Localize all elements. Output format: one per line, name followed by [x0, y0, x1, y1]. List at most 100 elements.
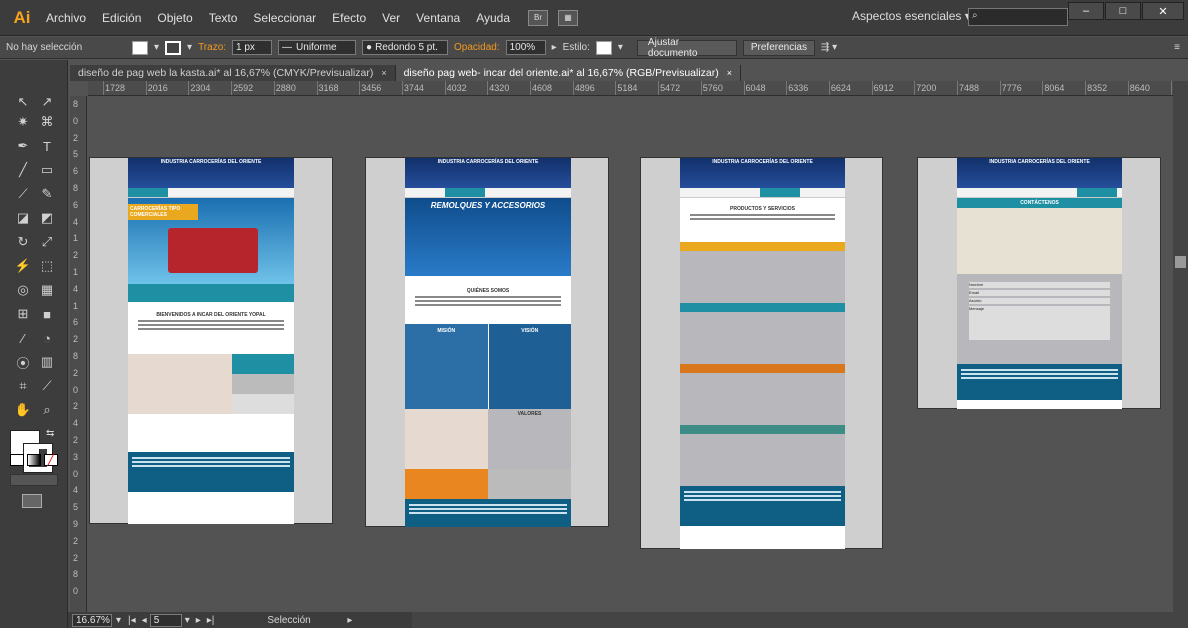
map-image: [957, 208, 1122, 274]
line-tool-icon[interactable]: ╱: [12, 160, 34, 180]
opacity-dropdown-icon[interactable]: ▸: [552, 42, 557, 53]
artboard-tool-icon[interactable]: ⌗: [12, 376, 34, 396]
status-arrow-icon[interactable]: ▸: [347, 615, 352, 626]
slice-tool-icon[interactable]: ⟋: [36, 376, 58, 396]
screen-mode-icon[interactable]: [22, 494, 42, 508]
zoom-dropdown-icon[interactable]: ▾: [116, 615, 121, 626]
vertical-ruler[interactable]: 8 0 2 5 6 8 6 4 1 2 1 4 1 6 2 8 2 0 2 4 2 3 0 4 5 9 2 2 8 0: [70, 96, 87, 612]
scrollbar-thumb[interactable]: [1175, 256, 1186, 268]
graph-tool-icon[interactable]: ▥: [36, 352, 58, 372]
artboard-home[interactable]: INDUSTRIA CARROCERÍAS DEL ORIENTE CARROC…: [89, 157, 333, 524]
artboard-contact[interactable]: INDUSTRIA CARROCERÍAS DEL ORIENTE CONTÁC…: [917, 157, 1161, 409]
zoom-tool-icon[interactable]: ⌕: [36, 400, 58, 420]
hand-tool-icon[interactable]: ✋: [12, 400, 34, 420]
menu-objeto[interactable]: Objeto: [149, 11, 200, 25]
rectangle-tool-icon[interactable]: ▭: [36, 160, 58, 180]
direct-selection-icon[interactable]: ↗: [36, 92, 58, 112]
hero-banner: REMOLQUES Y ACCESORIOS: [405, 198, 571, 276]
selection-status: No hay selección: [6, 42, 83, 53]
align-icon[interactable]: ⇶ ▾: [821, 42, 837, 53]
stroke-profile-select[interactable]: — Uniforme: [278, 40, 357, 55]
selection-tool-icon[interactable]: ↖: [12, 92, 34, 112]
ruler-tick: [1127, 81, 1129, 95]
menu-edicion[interactable]: Edición: [94, 11, 149, 25]
minimize-button[interactable]: –: [1068, 2, 1104, 20]
panel-menu-icon[interactable]: ≡: [1174, 42, 1180, 53]
none-mode-icon[interactable]: ╱: [44, 454, 58, 466]
last-artboard-icon[interactable]: ▸|: [207, 615, 215, 626]
blob-brush-icon[interactable]: ◪: [12, 208, 34, 228]
draw-mode-icon[interactable]: [10, 474, 58, 486]
menu-ayuda[interactable]: Ayuda: [468, 11, 518, 25]
brush-tool-icon[interactable]: ⟋: [12, 184, 34, 204]
vertical-scrollbar[interactable]: [1173, 81, 1188, 612]
gradient-mode-icon[interactable]: [27, 454, 41, 466]
shape-builder-icon[interactable]: ◎: [12, 280, 34, 300]
magic-wand-icon[interactable]: ✷: [12, 112, 34, 132]
ruler-label: 5760: [702, 83, 723, 93]
ruler-label: 6: [73, 199, 79, 210]
fit-document-button[interactable]: Ajustar documento: [636, 37, 737, 59]
stroke-label[interactable]: Trazo:: [198, 42, 226, 53]
scale-tool-icon[interactable]: ⤢: [36, 232, 58, 252]
menu-efecto[interactable]: Efecto: [324, 11, 374, 25]
pencil-tool-icon[interactable]: ✎: [36, 184, 58, 204]
stroke-swatch[interactable]: [165, 40, 182, 55]
opacity-label[interactable]: Opacidad:: [454, 42, 500, 53]
blend-tool-icon[interactable]: ◔: [36, 328, 58, 348]
style-dropdown-icon[interactable]: ▾: [618, 42, 623, 53]
preferences-button[interactable]: Preferencias: [742, 39, 815, 56]
close-tab-icon[interactable]: ×: [381, 68, 386, 78]
pen-tool-icon[interactable]: ✒: [12, 136, 34, 156]
fill-swatch[interactable]: [132, 40, 148, 55]
horizontal-scrollbar[interactable]: [412, 612, 1188, 628]
lasso-icon[interactable]: ⌘: [36, 112, 58, 132]
artboard-dropdown-icon[interactable]: ▾: [185, 615, 190, 626]
menu-ver[interactable]: Ver: [374, 11, 408, 25]
artboard-number-field[interactable]: 5: [149, 613, 182, 627]
mesh-tool-icon[interactable]: ⊞: [12, 304, 34, 324]
fill-dropdown-icon[interactable]: ▾: [154, 42, 159, 53]
style-swatch[interactable]: [595, 40, 612, 55]
opacity-field[interactable]: 100%: [505, 40, 546, 55]
stroke-weight-field[interactable]: 1 px: [232, 40, 273, 55]
eraser-tool-icon[interactable]: ◩: [36, 208, 58, 228]
swap-colors-icon[interactable]: ⇆: [46, 428, 54, 439]
next-artboard-icon[interactable]: ▸: [196, 615, 201, 626]
menu-texto[interactable]: Texto: [201, 11, 246, 25]
ruler-label: 2: [73, 132, 79, 143]
prev-artboard-icon[interactable]: ◂: [142, 615, 147, 626]
brush-select[interactable]: ● Redondo 5 pt.: [362, 40, 449, 55]
zoom-field[interactable]: 16.67%: [72, 613, 112, 627]
symbol-sprayer-icon[interactable]: ⦿: [12, 352, 34, 372]
arrange-documents-icon[interactable]: ▦: [558, 9, 579, 26]
close-tab-icon[interactable]: ×: [727, 68, 732, 78]
menu-ventana[interactable]: Ventana: [408, 11, 468, 25]
type-tool-icon[interactable]: T: [36, 136, 58, 156]
artboard-about[interactable]: INDUSTRIA CARROCERÍAS DEL ORIENTE REMOLQ…: [365, 157, 609, 527]
stroke-dropdown-icon[interactable]: ▾: [187, 42, 192, 53]
warp-tool-icon[interactable]: ⚡: [12, 256, 34, 276]
tab-la-kasta[interactable]: diseño de pag web la kasta.ai* al 16,67%…: [70, 65, 396, 81]
icon-strip: [128, 284, 294, 302]
rotate-tool-icon[interactable]: ↻: [12, 232, 34, 252]
perspective-grid-icon[interactable]: ▦: [36, 280, 58, 300]
search-input[interactable]: ⌕: [968, 8, 1068, 26]
menu-archivo[interactable]: Archivo: [38, 11, 94, 25]
status-mode[interactable]: Selección: [267, 615, 347, 626]
close-button[interactable]: ✕: [1142, 2, 1184, 20]
ruler-label: 1: [73, 233, 79, 244]
menu-seleccionar[interactable]: Seleccionar: [245, 11, 324, 25]
tab-incar-del-oriente[interactable]: diseño pag web- incar del oriente.ai* al…: [395, 65, 742, 81]
free-transform-icon[interactable]: ⬚: [36, 256, 58, 276]
bridge-icon[interactable]: Br: [528, 9, 549, 26]
workspace-switcher[interactable]: Aspectos esenciales ▾: [852, 9, 971, 23]
gradient-tool-icon[interactable]: ■: [36, 304, 58, 324]
color-mode-icon[interactable]: [10, 454, 24, 466]
eyedropper-icon[interactable]: ⁄: [12, 328, 34, 348]
artboard-products[interactable]: INDUSTRIA CARROCERÍAS DEL ORIENTE PRODUC…: [640, 157, 883, 549]
ruler-label: 1728: [105, 83, 126, 93]
maximize-button[interactable]: □: [1105, 2, 1141, 20]
first-artboard-icon[interactable]: |◂: [128, 615, 136, 626]
horizontal-ruler[interactable]: 1728 2016 2304 2592 2880 3168 3456 3744 4032 4320…: [88, 81, 1173, 96]
